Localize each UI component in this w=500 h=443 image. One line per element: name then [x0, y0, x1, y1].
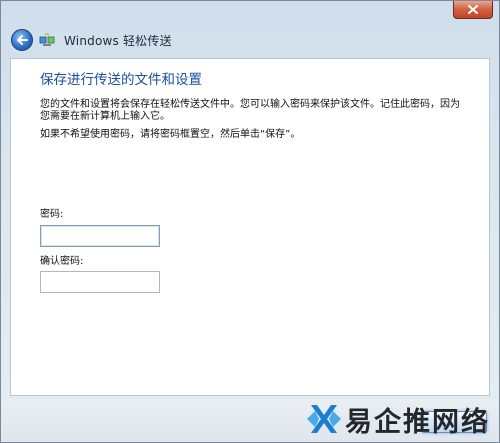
page-title: 保存进行传送的文件和设置	[40, 72, 202, 88]
close-icon	[468, 5, 478, 14]
confirm-password-field-box	[40, 271, 160, 295]
wizard-window: Windows 轻松传送 保存进行传送的文件和设置 您的文件和设置将会保存在轻松…	[0, 0, 500, 443]
watermark: 易企推网络	[307, 397, 497, 441]
instruction-text: 如果不希望使用密码，请将密码框置空，然后单击“保存”。	[40, 129, 301, 140]
easy-transfer-icon	[39, 33, 55, 46]
confirm-password-input[interactable]	[41, 274, 159, 295]
description-text: 您的文件和设置将会保存在轻松传送文件中。您可以输入密码来保护该文件。记住此密码，…	[40, 99, 460, 122]
main-content-panel: 保存进行传送的文件和设置 您的文件和设置将会保存在轻松传送文件中。您可以输入密码…	[10, 58, 490, 396]
close-button[interactable]	[453, 1, 493, 19]
title-bar: Windows 轻松传送	[1, 1, 499, 57]
back-button[interactable]	[11, 29, 33, 51]
back-arrow-icon	[17, 35, 28, 45]
watermark-text: 易企推网络	[345, 406, 490, 438]
window-title: Windows 轻松传送	[64, 34, 172, 48]
confirm-password-label: 确认密码:	[40, 256, 84, 267]
watermark-logo	[307, 405, 341, 433]
password-label: 密码:	[40, 209, 64, 220]
password-input[interactable]	[41, 228, 159, 249]
password-field-box	[40, 225, 160, 249]
